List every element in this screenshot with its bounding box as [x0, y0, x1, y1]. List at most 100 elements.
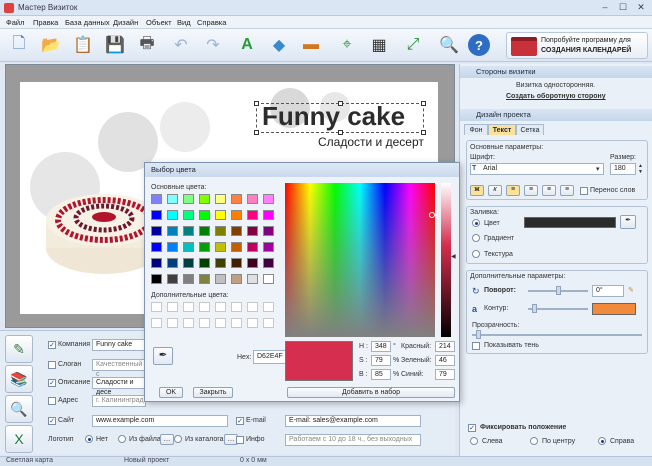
- green-field[interactable]: 46: [435, 355, 455, 366]
- logo-file-radio[interactable]: [118, 435, 126, 443]
- close-window-button[interactable]: ✕: [634, 2, 648, 13]
- undo-icon[interactable]: ↶: [168, 32, 194, 58]
- custom-color-swatch[interactable]: [199, 318, 210, 328]
- custom-color-swatch[interactable]: [231, 302, 242, 312]
- size-field[interactable]: 180: [610, 163, 636, 175]
- color-swatch[interactable]: [215, 210, 226, 220]
- color-swatch[interactable]: [231, 274, 242, 284]
- save-icon[interactable]: 💾: [102, 32, 128, 58]
- templates-icon[interactable]: 📋: [70, 32, 96, 58]
- color-swatch[interactable]: [167, 194, 178, 204]
- color-swatch[interactable]: [231, 258, 242, 268]
- custom-color-swatch[interactable]: [263, 318, 274, 328]
- menu-database[interactable]: База данных: [65, 18, 110, 27]
- resize-handle[interactable]: [421, 130, 426, 135]
- fill-color-radio[interactable]: [472, 219, 480, 227]
- color-swatch[interactable]: [215, 194, 226, 204]
- menu-object[interactable]: Объект: [146, 18, 172, 27]
- resize-handle[interactable]: [254, 101, 259, 106]
- align-left-button[interactable]: ≡: [506, 185, 520, 196]
- b-field[interactable]: 85: [371, 369, 391, 380]
- logo-file-browse[interactable]: …: [160, 434, 174, 445]
- rotation-slider-thumb[interactable]: [556, 286, 561, 295]
- logo-none-radio[interactable]: [85, 435, 93, 443]
- color-swatch[interactable]: [199, 226, 210, 236]
- qr-code-icon[interactable]: ▦: [366, 32, 392, 58]
- color-swatch[interactable]: [183, 242, 194, 252]
- fix-position-checkbox[interactable]: ✓: [468, 424, 476, 432]
- color-swatch[interactable]: [151, 258, 162, 268]
- company-checkbox[interactable]: ✓: [48, 341, 56, 349]
- color-spectrum[interactable]: [285, 183, 435, 337]
- design-header[interactable]: Дизайн проекта: [460, 109, 652, 121]
- custom-color-swatch[interactable]: [151, 302, 162, 312]
- color-swatch[interactable]: [215, 242, 226, 252]
- color-swatch[interactable]: [215, 274, 226, 284]
- spectrum-cursor[interactable]: [429, 212, 435, 218]
- edit-icon[interactable]: ✎: [5, 335, 33, 363]
- custom-color-swatch[interactable]: [247, 318, 258, 328]
- align-right-button[interactable]: ≡: [542, 185, 556, 196]
- rotation-field[interactable]: 0°: [592, 285, 624, 297]
- color-swatch[interactable]: [199, 258, 210, 268]
- opacity-slider[interactable]: [472, 334, 642, 336]
- tab-background[interactable]: Фон: [464, 124, 488, 135]
- h-field[interactable]: 348: [371, 341, 391, 352]
- color-swatch[interactable]: [167, 274, 178, 284]
- print-icon[interactable]: 🖶: [134, 32, 160, 58]
- custom-color-swatch[interactable]: [183, 318, 194, 328]
- search-icon[interactable]: 🔍: [5, 395, 33, 423]
- chevron-down-icon[interactable]: ▾: [596, 165, 600, 173]
- color-swatch[interactable]: [263, 258, 274, 268]
- new-file-icon[interactable]: 🗋: [6, 32, 32, 58]
- opacity-slider-thumb[interactable]: [476, 330, 481, 339]
- redo-icon[interactable]: ↷: [200, 32, 226, 58]
- create-back-side-link[interactable]: Создать оборотную сторону: [506, 93, 606, 100]
- color-swatch[interactable]: [167, 210, 178, 220]
- red-field[interactable]: 214: [435, 341, 455, 352]
- custom-color-swatch[interactable]: [167, 318, 178, 328]
- card-subheading[interactable]: Сладости и десерт: [318, 135, 424, 149]
- promo-banner[interactable]: Попробуйте программу для СОЗДАНИЯ КАЛЕНД…: [506, 32, 648, 59]
- sides-header[interactable]: Стороны визитки: [460, 66, 652, 78]
- custom-color-swatch[interactable]: [199, 302, 210, 312]
- add-to-set-button[interactable]: Добавить в набор: [287, 387, 455, 398]
- font-select[interactable]: Arial: [470, 163, 604, 175]
- slogan-field[interactable]: Качественный с: [92, 359, 146, 378]
- color-swatch[interactable]: [263, 242, 274, 252]
- map-icon[interactable]: ⌖: [334, 32, 360, 58]
- add-text-icon[interactable]: A: [234, 32, 260, 58]
- color-swatch[interactable]: [199, 194, 210, 204]
- address-checkbox[interactable]: [48, 397, 56, 405]
- fill-color-swatch[interactable]: [524, 217, 616, 228]
- color-swatch[interactable]: [247, 258, 258, 268]
- add-shape-icon[interactable]: ◆: [266, 32, 292, 58]
- menu-edit[interactable]: Правка: [33, 18, 58, 27]
- email-field[interactable]: E-mail: sales@example.com: [285, 415, 421, 427]
- color-swatch[interactable]: [247, 194, 258, 204]
- logo-catalog-radio[interactable]: [174, 435, 182, 443]
- color-swatch[interactable]: [167, 258, 178, 268]
- color-swatch[interactable]: [231, 194, 242, 204]
- fit-screen-icon[interactable]: ⤢: [400, 32, 426, 58]
- preview-icon[interactable]: 🔍: [436, 32, 462, 58]
- tab-text[interactable]: Текст: [488, 124, 516, 135]
- color-swatch[interactable]: [183, 194, 194, 204]
- resize-handle[interactable]: [338, 101, 343, 106]
- shadow-checkbox[interactable]: [472, 342, 480, 350]
- color-swatch[interactable]: [263, 210, 274, 220]
- color-swatch[interactable]: [199, 210, 210, 220]
- color-swatch[interactable]: [151, 210, 162, 220]
- address-field[interactable]: г. Калининград: [92, 395, 146, 407]
- email-checkbox[interactable]: ✓: [236, 417, 244, 425]
- color-swatch[interactable]: [215, 258, 226, 268]
- menu-help[interactable]: Справка: [197, 18, 226, 27]
- outline-slider-thumb[interactable]: [532, 304, 537, 313]
- open-folder-icon[interactable]: 📂: [38, 32, 64, 58]
- color-swatch[interactable]: [231, 242, 242, 252]
- color-swatch[interactable]: [183, 274, 194, 284]
- add-image-icon[interactable]: ▬: [298, 32, 324, 58]
- slogan-checkbox[interactable]: [48, 361, 56, 369]
- blue-field[interactable]: 79: [435, 369, 455, 380]
- align-center-radio[interactable]: [530, 437, 538, 445]
